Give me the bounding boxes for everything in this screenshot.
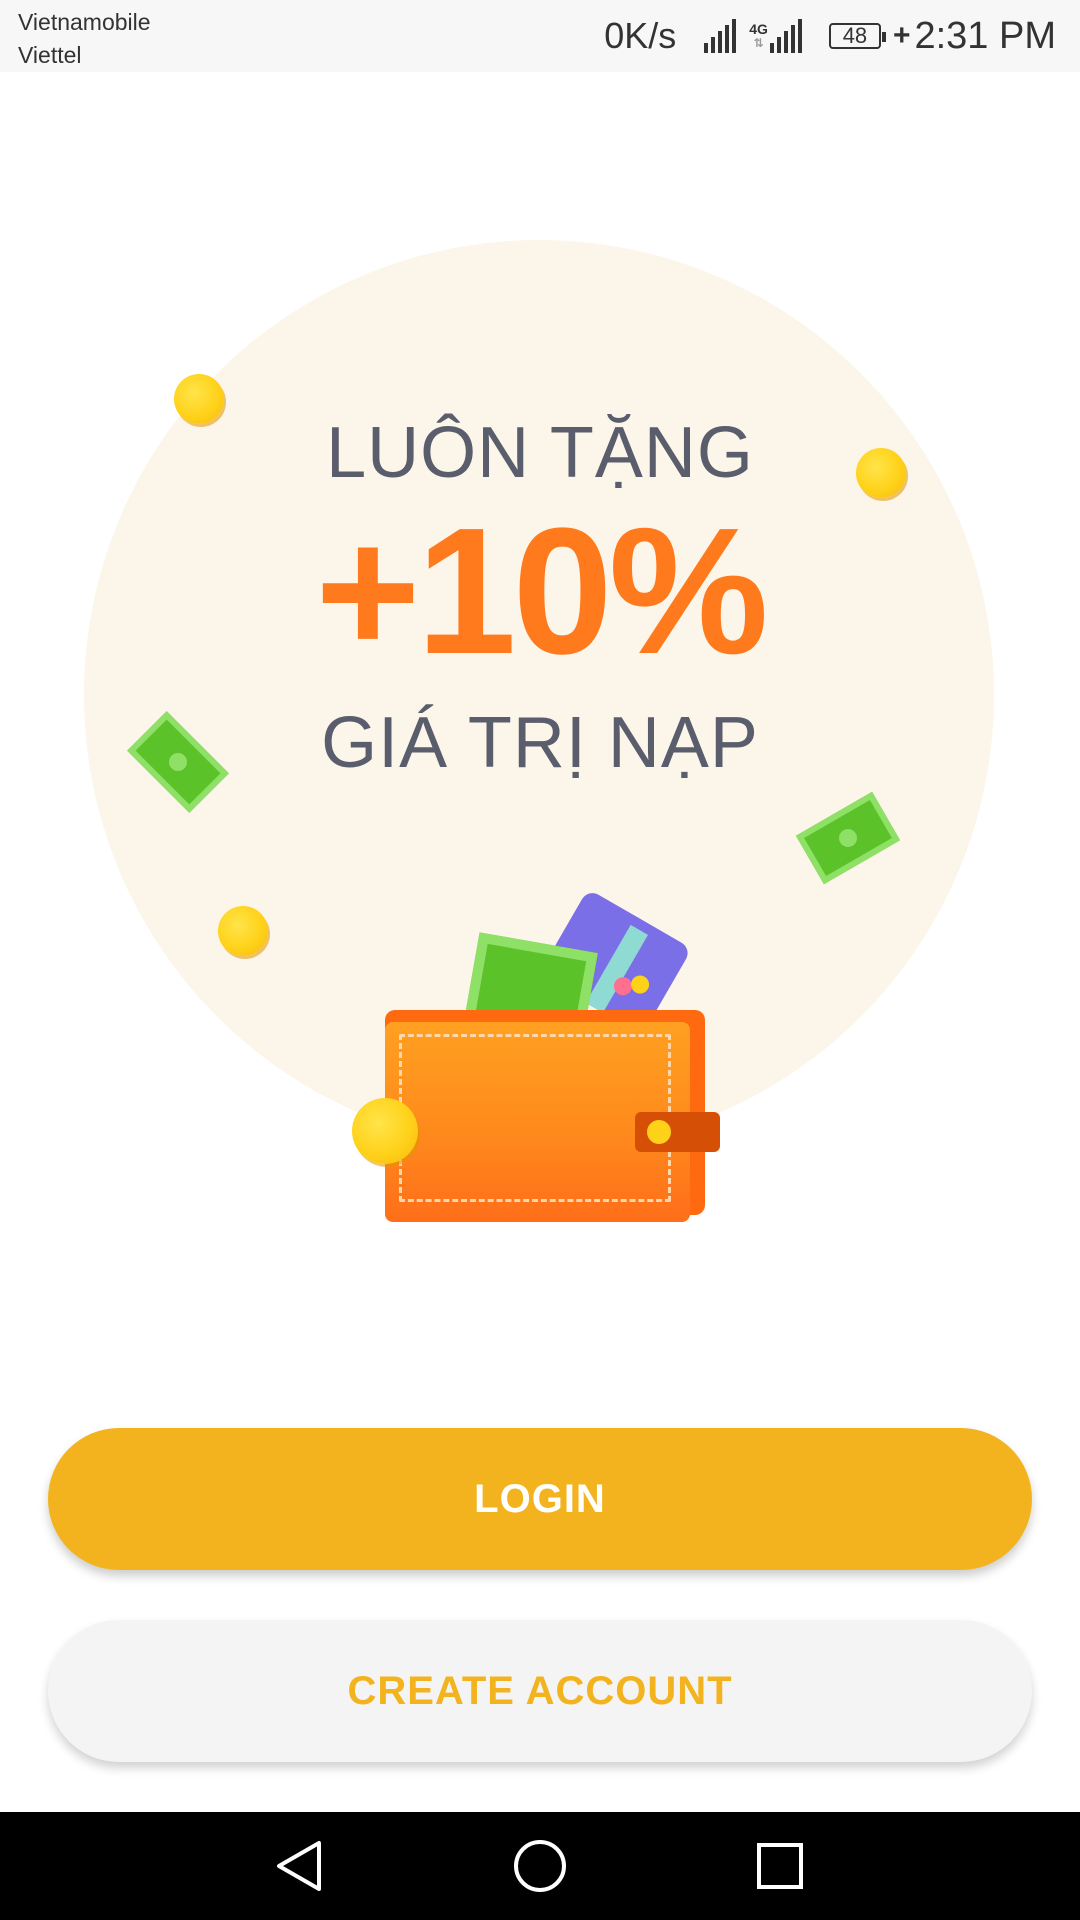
navigation-bar [0, 1812, 1080, 1920]
status-indicators: 0K/s 4G ⇅ 48 + 2:31 PM [604, 0, 1056, 72]
coin-icon [218, 906, 268, 956]
carrier-2: Viettel [18, 42, 82, 68]
battery-icon: 48 [828, 23, 886, 49]
network-type: 4G [749, 21, 768, 37]
login-button[interactable]: LOGIN [48, 1428, 1032, 1570]
status-bar: Vietnamobile Viettel 0K/s 4G ⇅ 48 + 2:31… [0, 0, 1080, 72]
carrier-names: Vietnamobile Viettel [18, 6, 151, 72]
clock: 2:31 PM [914, 14, 1056, 57]
coin-icon [352, 1098, 418, 1164]
promo-banner: LUÔN TẶNG +10% GIÁ TRỊ NẠP [0, 72, 1080, 1222]
promo-line-2: GIÁ TRỊ NẠP [321, 703, 759, 783]
create-account-button[interactable]: CREATE ACCOUNT [48, 1620, 1032, 1762]
signal-icon-2 [769, 19, 805, 53]
charging-icon: + [892, 19, 911, 52]
recents-icon[interactable] [744, 1830, 816, 1902]
back-icon[interactable] [264, 1830, 336, 1902]
signal-icon [704, 19, 739, 53]
wallet-illustration [380, 822, 720, 1222]
signal-4g-icon: 4G ⇅ [749, 21, 768, 50]
carrier-1: Vietnamobile [18, 9, 151, 35]
promo-line-1: LUÔN TẶNG [326, 413, 754, 493]
network-speed: 0K/s [604, 15, 677, 56]
login-button-label: LOGIN [474, 1476, 606, 1521]
home-icon[interactable] [504, 1830, 576, 1902]
battery-level: 48 [842, 23, 868, 48]
create-account-button-label: CREATE ACCOUNT [347, 1668, 733, 1713]
wallet-clasp [635, 1112, 720, 1152]
promo-highlight: +10% [315, 491, 768, 692]
